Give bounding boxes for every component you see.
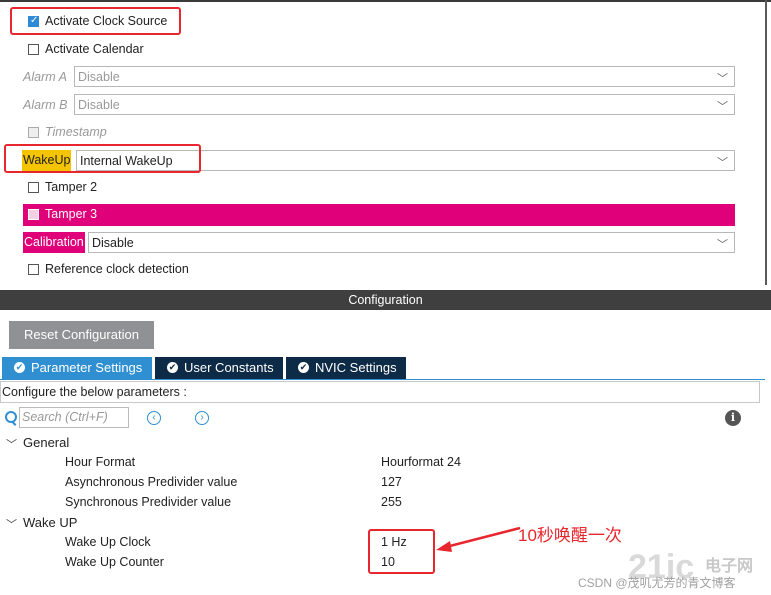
activate-calendar-label: Activate Calendar bbox=[45, 42, 144, 56]
watermark-text: CSDN @茂叽尤芳的青文博客 bbox=[578, 576, 736, 590]
top-border bbox=[0, 0, 771, 2]
group-general: General bbox=[23, 435, 70, 450]
tab-label: User Constants bbox=[184, 360, 274, 375]
param-name: Wake Up Clock bbox=[65, 535, 151, 549]
info-icon[interactable]: i bbox=[725, 410, 741, 426]
tamper2-checkbox[interactable] bbox=[28, 182, 39, 193]
tab-nvic-settings[interactable]: ✔ NVIC Settings bbox=[286, 357, 406, 379]
alarm-b-select[interactable]: Disable ﹀ bbox=[74, 94, 735, 115]
param-value[interactable]: Hourformat 24 bbox=[381, 455, 461, 469]
search-next-button[interactable]: › bbox=[195, 411, 209, 425]
tamper3-label: Tamper 3 bbox=[45, 207, 98, 221]
param-name: Asynchronous Predivider value bbox=[65, 475, 238, 489]
tab-label: Parameter Settings bbox=[31, 360, 143, 375]
expand-arrow-icon[interactable]: ﹀ bbox=[6, 436, 17, 452]
chevron-down-icon: ﹀ bbox=[717, 101, 728, 113]
alarm-a-select[interactable]: Disable ﹀ bbox=[74, 66, 735, 87]
timestamp-label: Timestamp bbox=[45, 125, 107, 139]
configuration-title: Configuration bbox=[0, 290, 771, 310]
calibration-value: Disable bbox=[92, 236, 134, 250]
check-circle-icon: ✔ bbox=[167, 362, 178, 374]
chevron-down-icon: ﹀ bbox=[717, 239, 728, 251]
search-previous-button[interactable]: ‹ bbox=[147, 411, 161, 425]
search-input[interactable]: Search (Ctrl+F) bbox=[19, 407, 129, 428]
annotation-arrow bbox=[436, 526, 521, 552]
check-circle-icon: ✔ bbox=[298, 362, 309, 374]
alarm-a-label: Alarm A bbox=[23, 70, 67, 84]
tab-user-constants[interactable]: ✔ User Constants bbox=[155, 357, 283, 379]
chevron-down-icon: ﹀ bbox=[717, 157, 728, 169]
alarm-b-value: Disable bbox=[78, 98, 120, 112]
highlight-box-clock-source bbox=[10, 7, 181, 35]
tab-underline bbox=[0, 379, 765, 380]
param-value[interactable]: 255 bbox=[381, 495, 402, 509]
param-name: Synchronous Predivider value bbox=[65, 495, 232, 509]
param-name: Hour Format bbox=[65, 455, 136, 469]
param-name: Wake Up Counter bbox=[65, 555, 164, 569]
highlight-box-wakeup bbox=[4, 144, 201, 173]
reference-clock-checkbox[interactable] bbox=[28, 264, 39, 275]
tab-label: NVIC Settings bbox=[315, 360, 397, 375]
reference-clock-label: Reference clock detection bbox=[45, 262, 189, 276]
param-value[interactable]: 127 bbox=[381, 475, 402, 489]
expand-arrow-icon[interactable]: ﹀ bbox=[6, 516, 17, 532]
highlight-box-wakeup-params bbox=[368, 529, 435, 574]
configure-parameters-text: Configure the below parameters : bbox=[0, 381, 760, 403]
alarm-b-label: Alarm B bbox=[23, 98, 68, 112]
tab-parameter-settings[interactable]: ✔ Parameter Settings bbox=[2, 357, 152, 379]
chevron-down-icon: ﹀ bbox=[717, 73, 728, 85]
group-wake-up: Wake UP bbox=[23, 515, 78, 530]
right-border bbox=[765, 0, 767, 285]
activate-calendar-checkbox[interactable] bbox=[28, 44, 39, 55]
calibration-label: Calibration bbox=[23, 232, 85, 253]
search-icon-handle bbox=[11, 421, 17, 426]
watermark-logo: 电子网 bbox=[705, 558, 754, 575]
check-circle-icon: ✔ bbox=[14, 362, 25, 374]
calibration-select[interactable]: Disable ﹀ bbox=[88, 232, 735, 253]
tamper3-checkbox[interactable] bbox=[28, 209, 39, 220]
tamper2-label: Tamper 2 bbox=[45, 180, 98, 194]
annotation-text: 10秒唤醒一次 bbox=[518, 526, 622, 545]
alarm-a-value: Disable bbox=[78, 70, 120, 84]
tamper3-row bbox=[23, 204, 735, 226]
reset-configuration-button[interactable]: Reset Configuration bbox=[9, 321, 154, 349]
timestamp-checkbox[interactable] bbox=[28, 127, 39, 138]
